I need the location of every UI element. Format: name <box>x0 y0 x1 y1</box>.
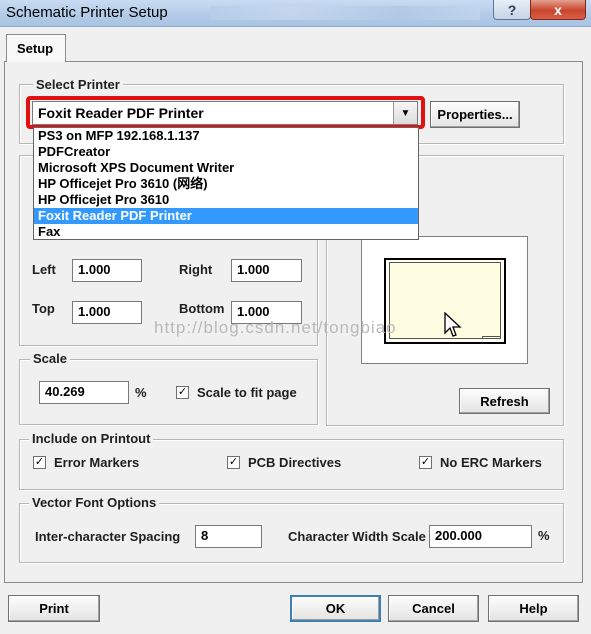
printer-option-foxit[interactable]: Foxit Reader PDF Printer <box>34 208 418 224</box>
refresh-button-label: Refresh <box>480 393 529 409</box>
tab-setup[interactable]: Setup <box>6 34 66 62</box>
scale-to-fit-label: Scale to fit page <box>197 385 297 400</box>
preview-title-block <box>482 336 500 339</box>
spacing-input[interactable]: 8 <box>195 525 262 548</box>
help-icon: ? <box>507 1 517 18</box>
width-scale-input[interactable]: 200.000 <box>429 525 532 548</box>
properties-button-label: Properties... <box>437 107 513 122</box>
no-erc-markers-checkbox[interactable]: ✓ <box>419 456 432 469</box>
scale-to-fit-checkbox[interactable]: ✓ <box>176 386 189 399</box>
pcb-directives-checkbox[interactable]: ✓ <box>227 456 240 469</box>
window-title: Schematic Printer Setup <box>6 4 168 21</box>
printer-option-ps3[interactable]: PS3 on MFP 192.168.1.137 <box>34 128 418 144</box>
printer-option-hp-network[interactable]: HP Officejet Pro 3610 (网络) <box>34 176 418 192</box>
select-printer-legend: Select Printer <box>33 77 123 92</box>
include-on-printout-legend: Include on Printout <box>29 431 154 446</box>
ok-button[interactable]: OK <box>290 595 381 622</box>
close-caption-button[interactable]: x <box>530 0 586 20</box>
title-bar-reflection <box>210 6 480 20</box>
printer-option-hp[interactable]: HP Officejet Pro 3610 <box>34 192 418 208</box>
help-caption-button[interactable]: ? <box>493 0 531 20</box>
help-button-label: Help <box>519 601 548 616</box>
close-icon: x <box>554 1 562 18</box>
error-markers-checkbox[interactable]: ✓ <box>33 456 46 469</box>
right-margin-input[interactable]: 1.000 <box>231 259 302 282</box>
pcb-directives-label: PCB Directives <box>248 455 342 470</box>
printer-dropdown-list: PS3 on MFP 192.168.1.137 PDFCreator Micr… <box>33 127 419 240</box>
top-margin-label: Top <box>32 301 55 316</box>
watermark-text: http://blog.csdn.net/tongbiao <box>154 318 397 337</box>
printer-option-xps[interactable]: Microsoft XPS Document Writer <box>34 160 418 176</box>
error-markers-label: Error Markers <box>54 455 140 470</box>
annotation-highlight-box <box>26 96 425 129</box>
printer-option-fax[interactable]: Fax <box>34 224 418 240</box>
scale-input[interactable]: 40.269 <box>39 381 129 404</box>
no-erc-markers-label: No ERC Markers <box>440 455 542 470</box>
vector-font-legend: Vector Font Options <box>29 495 160 510</box>
right-margin-label: Right <box>179 262 213 277</box>
print-button[interactable]: Print <box>8 595 100 622</box>
spacing-label: Inter-character Spacing <box>35 529 181 544</box>
top-margin-input[interactable]: 1.000 <box>72 301 142 324</box>
width-scale-label: Character Width Scale <box>288 529 426 544</box>
refresh-button[interactable]: Refresh <box>459 388 550 414</box>
left-margin-label: Left <box>32 262 56 277</box>
cancel-button-label: Cancel <box>412 601 455 616</box>
print-button-label: Print <box>39 601 69 616</box>
width-scale-unit: % <box>538 528 550 543</box>
left-margin-input[interactable]: 1.000 <box>72 259 142 282</box>
ok-button-label: OK <box>325 601 346 616</box>
bottom-margin-label: Bottom <box>179 301 225 316</box>
tab-setup-label: Setup <box>17 41 54 56</box>
mouse-cursor-icon <box>444 312 462 337</box>
help-button[interactable]: Help <box>488 595 579 622</box>
cancel-button[interactable]: Cancel <box>388 595 479 622</box>
properties-button[interactable]: Properties... <box>430 101 520 128</box>
printer-option-pdfcreator[interactable]: PDFCreator <box>34 144 418 160</box>
scale-unit: % <box>135 385 147 400</box>
scale-legend: Scale <box>30 351 70 366</box>
